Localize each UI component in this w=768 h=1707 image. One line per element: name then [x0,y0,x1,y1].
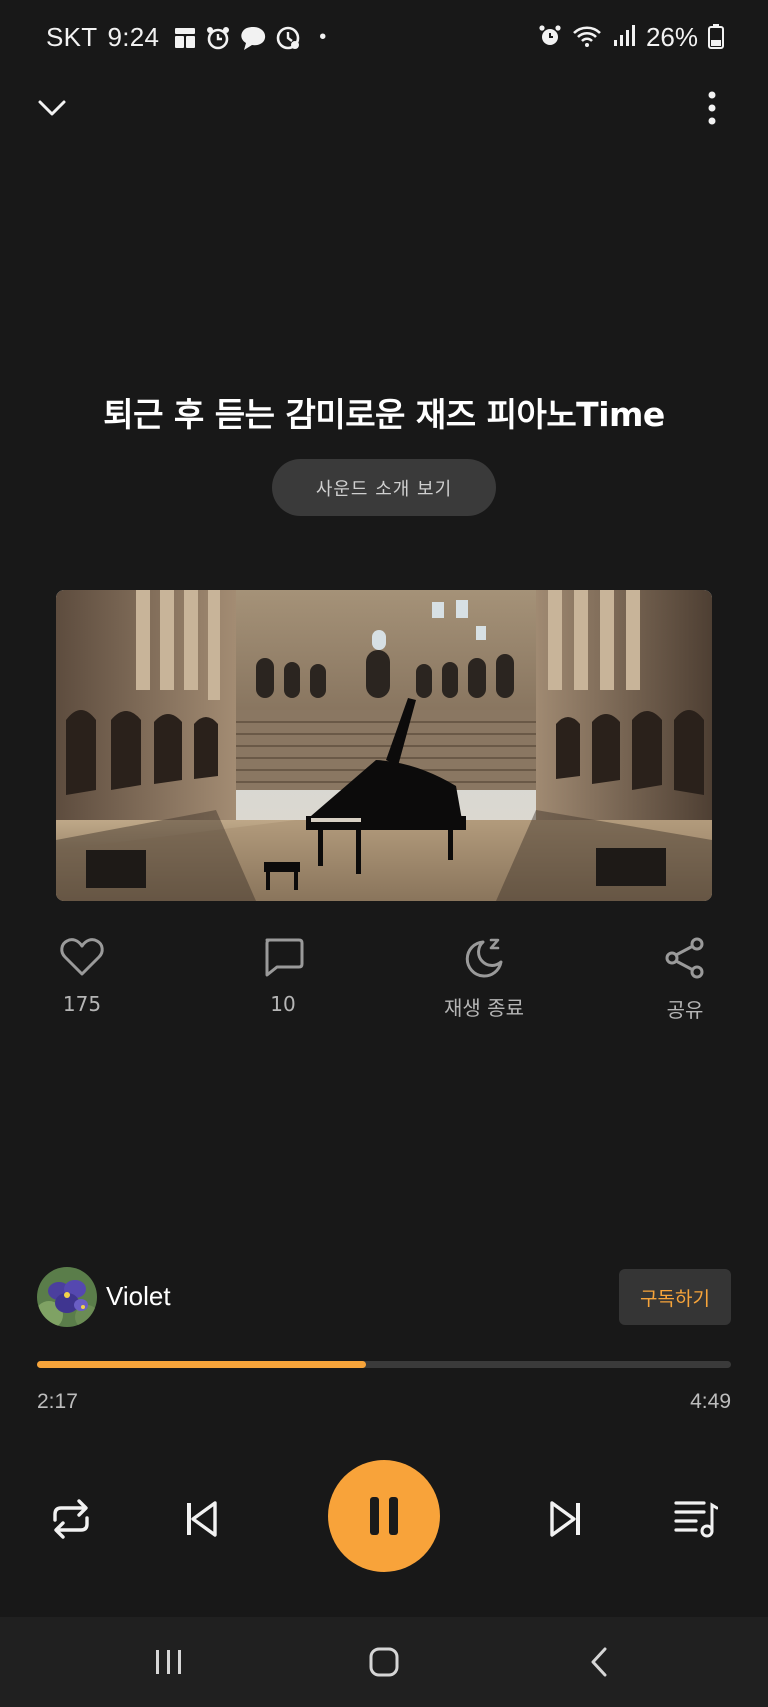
sound-intro-button[interactable]: 사운드 소개 보기 [272,459,496,516]
album-artwork [56,590,712,901]
progress-fill [37,1361,366,1368]
chat-app-icon [239,25,267,51]
total-time: 4:49 [690,1390,731,1413]
artist-row: Violet 구독하기 [37,1267,731,1327]
collapse-player-button[interactable] [32,88,72,128]
repeat-icon [53,1499,89,1539]
chevron-down-icon [38,100,66,116]
track-title: 퇴근 후 듣는 감미로운 재즈 피아노Time [103,395,665,434]
more-vertical-icon [708,91,716,125]
share-label: 공유 [666,998,704,1022]
progress-bar[interactable] [37,1361,731,1368]
skip-previous-icon [187,1501,217,1537]
like-count: 175 [62,992,102,1016]
music-player-screen: SKT 9:24 • 26% 퇴근 후 듣는 감미로운 재즈 피아노Time 사… [0,0,768,1707]
repeat-button[interactable] [46,1494,96,1544]
previous-button[interactable] [176,1494,226,1544]
wifi-icon [572,24,602,52]
battery-icon [708,23,724,53]
clock-label: 9:24 [107,22,160,52]
skip-next-icon [550,1501,580,1537]
notification-icons: • [173,25,326,51]
elapsed-time: 2:17 [37,1390,78,1413]
next-button[interactable] [541,1494,591,1544]
more-options-button[interactable] [692,88,732,128]
system-nav-bar [0,1617,768,1707]
alarm-app-icon [205,25,231,51]
carrier-label: SKT [46,22,98,52]
home-button[interactable] [359,1639,409,1685]
battery-percent: 26% [645,22,698,52]
comment-count: 10 [270,992,296,1016]
back-icon [591,1647,607,1677]
share-icon [665,937,704,979]
violet-flower-avatar [37,1267,97,1327]
artwork-image [56,590,712,901]
notification-dot: • [319,26,327,48]
subscribe-button[interactable]: 구독하기 [619,1269,731,1325]
artist-name[interactable]: Violet [106,1281,171,1312]
sleep-timer-button[interactable]: 재생 종료 [419,936,549,1021]
like-button[interactable]: 175 [17,936,147,1016]
pause-icon [370,1497,398,1535]
comment-button[interactable]: 10 [218,936,348,1016]
comment-icon [265,938,304,977]
pause-button[interactable] [328,1460,440,1572]
recents-icon [156,1650,181,1674]
back-button[interactable] [574,1639,624,1685]
signal-icon [612,24,636,52]
clock-app-icon [275,25,301,51]
artist-avatar[interactable] [37,1267,97,1327]
queue-button[interactable] [671,1494,721,1544]
recents-button[interactable] [144,1639,194,1685]
heart-icon [60,938,104,976]
status-left: SKT 9:24 • [46,22,327,53]
sleep-timer-icon [465,938,503,978]
grid-app-icon [173,26,197,50]
playback-controls [0,1460,768,1576]
action-row: 175 10 재생 종료 공유 [0,936,768,1026]
share-button[interactable]: 공유 [620,936,750,1023]
playlist-icon [674,1501,718,1538]
home-icon [369,1647,399,1677]
alarm-icon [538,24,562,52]
sleep-timer-label: 재생 종료 [444,996,524,1020]
status-bar: SKT 9:24 • 26% [0,0,768,80]
status-right: 26% [538,22,724,53]
